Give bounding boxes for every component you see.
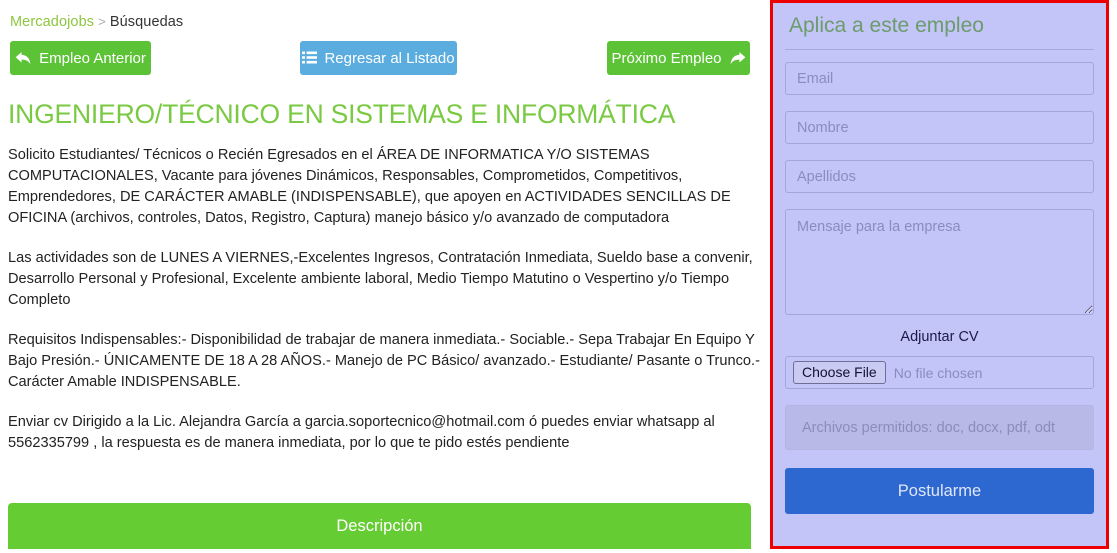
job-paragraph: Solicito Estudiantes/ Técnicos o Recién … [8,147,731,226]
breadcrumb-separator-icon: > [98,14,106,29]
previous-job-label: Empleo Anterior [39,49,146,67]
job-nav-toolbar: Empleo Anterior Regresar al Listado Próx… [0,41,770,93]
cv-file-input[interactable]: Choose File No file chosen [785,356,1094,389]
page-title: INGENIERO/TÉCNICO EN SISTEMAS E INFORMÁT… [8,99,676,129]
next-job-label: Próximo Empleo [611,49,722,67]
forward-arrow-icon [729,51,746,66]
job-paragraph: Requisitos Indispensables:- Disponibilid… [8,332,760,390]
attach-cv-label: Adjuntar CV [900,329,979,345]
apellidos-field[interactable] [785,160,1094,193]
email-field[interactable] [785,62,1094,95]
list-icon [302,51,318,65]
tab-descripcion[interactable]: Descripción [8,503,751,549]
mensaje-textarea[interactable] [785,209,1094,315]
job-paragraph: Las actividades son de LUNES A VIERNES,-… [8,250,753,308]
previous-job-button[interactable]: Empleo Anterior [10,41,151,75]
allowed-files-hint: Archivos permitidos: doc, docx, pdf, odt [785,405,1094,450]
next-job-button[interactable]: Próximo Empleo [607,41,750,75]
back-to-list-label: Regresar al Listado [324,49,455,67]
nombre-field[interactable] [785,111,1094,144]
apply-form-panel: Aplica a este empleo Adjuntar CV Choose … [773,3,1106,546]
breadcrumb: Mercadojobs > Búsquedas [0,0,770,31]
apply-panel-highlight: Aplica a este empleo Adjuntar CV Choose … [770,0,1109,549]
back-arrow-icon [15,51,32,66]
breadcrumb-home-link[interactable]: Mercadojobs [10,14,94,30]
breadcrumb-current: Búsquedas [109,14,184,30]
apply-form-heading: Aplica a este empleo [785,3,1094,50]
job-detail-page: Mercadojobs >Búsquedas Empleo Anterior [0,0,1117,553]
job-description-body: Solicito Estudiantes/ Técnicos o Recién … [8,145,762,454]
choose-file-button[interactable]: Choose File [793,361,886,384]
file-status-text: No file chosen [893,364,983,381]
submit-application-button[interactable]: Postularme [785,468,1094,514]
job-main-column: Mercadojobs >Búsquedas Empleo Anterior [0,0,770,553]
submit-application-label: Postularme [897,481,982,500]
job-paragraph: Enviar cv Dirigido a la Lic. Alejandra G… [8,414,715,451]
tab-descripcion-label: Descripción [336,516,423,535]
back-to-list-button[interactable]: Regresar al Listado [300,41,457,75]
